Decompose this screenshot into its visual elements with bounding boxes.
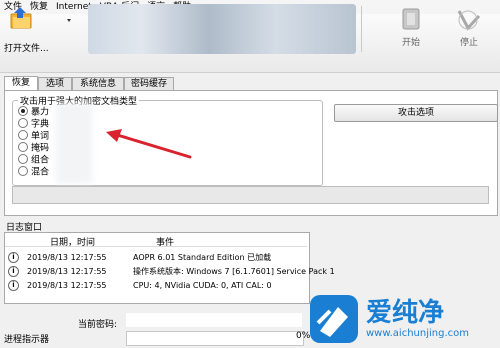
progress-value: 0% bbox=[296, 331, 311, 341]
start-label: 开始 bbox=[401, 38, 420, 48]
progress-indicator-bar bbox=[126, 331, 304, 346]
blurred-option-text bbox=[56, 103, 92, 183]
radio-label: 单词 bbox=[31, 131, 50, 142]
tab-system-info[interactable]: 系统信息 bbox=[72, 77, 124, 91]
log-date: 2019/8/13 12:17:55 bbox=[27, 267, 107, 276]
stop-icon bbox=[457, 10, 481, 31]
radio-label: 字典 bbox=[31, 119, 50, 130]
radio-selected-icon bbox=[18, 106, 28, 116]
watermark-logo-icon bbox=[310, 295, 358, 343]
watermark-brand: 爱纯净 bbox=[366, 298, 445, 328]
red-arrow-icon bbox=[106, 129, 192, 159]
log-row: i 2019/8/13 12:17:55 AOPR 6.01 Standard Ed… bbox=[8, 251, 306, 265]
radio-label: 掩码 bbox=[31, 143, 50, 154]
radio-brute-force[interactable]: 暴力 bbox=[18, 106, 50, 118]
progress-indicator-label: 进程指示器 bbox=[4, 335, 50, 345]
radio-mask[interactable]: 掩码 bbox=[18, 142, 50, 154]
radio-icon bbox=[18, 166, 28, 176]
column-header-date[interactable]: 日期，时间 bbox=[50, 235, 95, 248]
radio-icon bbox=[18, 118, 28, 128]
log-row: i 2019/8/13 12:17:55 CPU: 4, NVidia CUDA: … bbox=[8, 279, 306, 293]
tab-recovery[interactable]: 恢复 bbox=[4, 76, 38, 91]
watermark: 爱纯净 www.aichunjing.com bbox=[306, 290, 500, 348]
stop-label: 停止 bbox=[459, 38, 478, 48]
log-event: 操作系统版本: Windows 7 [6.1.7601] Service Pac… bbox=[133, 267, 335, 276]
open-file-label: 打开文件... bbox=[4, 44, 49, 54]
tab-options[interactable]: 选项 bbox=[38, 77, 72, 91]
log-event: AOPR 6.01 Standard Edition 已加载 bbox=[133, 253, 272, 262]
radio-dictionary[interactable]: 字典 bbox=[18, 118, 50, 130]
start-icon bbox=[402, 8, 420, 30]
info-icon: i bbox=[8, 252, 19, 263]
log-date: 2019/8/13 12:17:55 bbox=[27, 281, 107, 290]
recovery-progress-bar bbox=[12, 186, 489, 204]
info-icon: i bbox=[8, 280, 19, 291]
radio-icon bbox=[18, 142, 28, 152]
radio-icon bbox=[18, 130, 28, 140]
log-date: 2019/8/13 12:17:55 bbox=[27, 253, 107, 262]
column-header-event[interactable]: 事件 bbox=[156, 235, 174, 248]
tab-password-cache[interactable]: 密码缓存 bbox=[124, 77, 174, 91]
start-button[interactable]: 开始 bbox=[390, 6, 432, 54]
log-row: i 2019/8/13 12:17:55 操作系统版本: Windows 7 [6.… bbox=[8, 265, 335, 279]
attack-options-button[interactable]: 攻击选项 bbox=[334, 104, 498, 122]
radio-label: 混合 bbox=[31, 167, 50, 178]
radio-label: 组合 bbox=[31, 155, 50, 166]
radio-hybrid[interactable]: 混合 bbox=[18, 166, 50, 178]
info-icon: i bbox=[8, 266, 19, 277]
blurred-toolbar-area bbox=[88, 4, 356, 54]
watermark-url: www.aichunjing.com bbox=[366, 328, 469, 339]
current-password-field bbox=[126, 313, 302, 327]
radio-icon bbox=[18, 154, 28, 164]
radio-label: 暴力 bbox=[31, 107, 50, 118]
radio-combination[interactable]: 组合 bbox=[18, 154, 50, 166]
toolbar-separator bbox=[361, 6, 362, 52]
current-password-label: 当前密码: bbox=[78, 320, 118, 330]
open-file-button[interactable]: 打开文件... bbox=[4, 6, 74, 56]
radio-word[interactable]: 单词 bbox=[18, 130, 50, 142]
stop-button[interactable]: 停止 bbox=[448, 6, 490, 54]
log-event: CPU: 4, NVidia CUDA: 0, ATI CAL: 0 bbox=[133, 281, 272, 290]
